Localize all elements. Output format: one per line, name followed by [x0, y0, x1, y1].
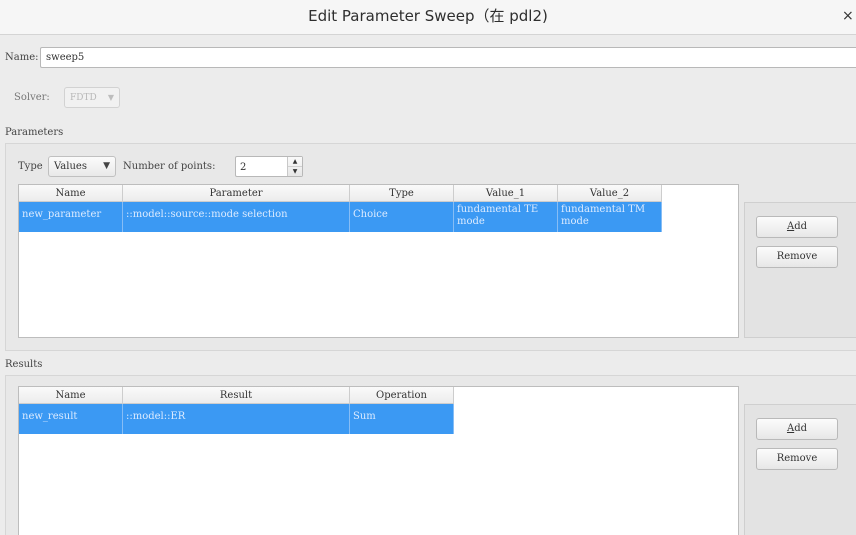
column-header-name[interactable]: Name [19, 185, 123, 202]
chevron-down-icon: ▼ [103, 161, 110, 171]
solver-label: Solver: [14, 92, 50, 103]
column-header-name[interactable]: Name [19, 387, 123, 404]
points-input[interactable] [236, 157, 294, 178]
results-section-label: Results [5, 359, 43, 370]
cell-parameter[interactable]: ::model::source::mode selection [123, 202, 350, 232]
type-value: Values [54, 161, 87, 172]
column-header-value-2[interactable]: Value_2 [558, 185, 662, 202]
solver-dropdown: FDTD ▼ [64, 87, 120, 108]
stepper-up-icon[interactable]: ▲ [288, 157, 302, 166]
close-icon[interactable]: × [842, 0, 856, 32]
stepper-down-icon[interactable]: ▼ [288, 166, 302, 176]
add-result-button-label: dd [794, 423, 808, 434]
title-bar: Edit Parameter Sweep（在 pdl2) × [0, 0, 856, 35]
name-field[interactable] [40, 47, 856, 68]
window-title: Edit Parameter Sweep（在 pdl2) [308, 7, 548, 25]
add-parameter-button[interactable]: Add [756, 216, 838, 238]
cell-name[interactable]: new_result [19, 404, 123, 434]
cell-type[interactable]: Choice [350, 202, 454, 232]
points-stepper[interactable]: ▲ ▼ [235, 156, 303, 178]
type-label: Type [18, 161, 43, 172]
results-table: Name Result Operation new_result ::model… [18, 386, 739, 535]
parameters-section-label: Parameters [5, 127, 64, 138]
cell-name[interactable]: new_parameter [19, 202, 123, 232]
chevron-down-icon: ▼ [107, 93, 114, 102]
column-header-operation[interactable]: Operation [350, 387, 454, 404]
column-header-value-1[interactable]: Value_1 [454, 185, 558, 202]
column-header-parameter[interactable]: Parameter [123, 185, 350, 202]
remove-parameter-button[interactable]: Remove [756, 246, 838, 268]
add-result-button[interactable]: Add [756, 418, 838, 440]
column-header-type[interactable]: Type [350, 185, 454, 202]
type-dropdown[interactable]: Values ▼ [48, 156, 116, 177]
cell-value-2[interactable]: fundamental TM mode [558, 202, 662, 232]
cell-value-1[interactable]: fundamental TE mode [454, 202, 558, 232]
cell-operation[interactable]: Sum [350, 404, 454, 434]
parameters-table: Name Parameter Type Value_1 Value_2 new_… [18, 184, 739, 338]
solver-value: FDTD [70, 93, 97, 103]
stepper-buttons: ▲ ▼ [287, 157, 302, 176]
remove-result-button[interactable]: Remove [756, 448, 838, 470]
name-label: Name: [5, 52, 39, 63]
cell-result[interactable]: ::model::ER [123, 404, 350, 434]
points-label: Number of points: [123, 161, 216, 172]
column-header-result[interactable]: Result [123, 387, 350, 404]
add-parameter-button-label: dd [794, 221, 808, 232]
